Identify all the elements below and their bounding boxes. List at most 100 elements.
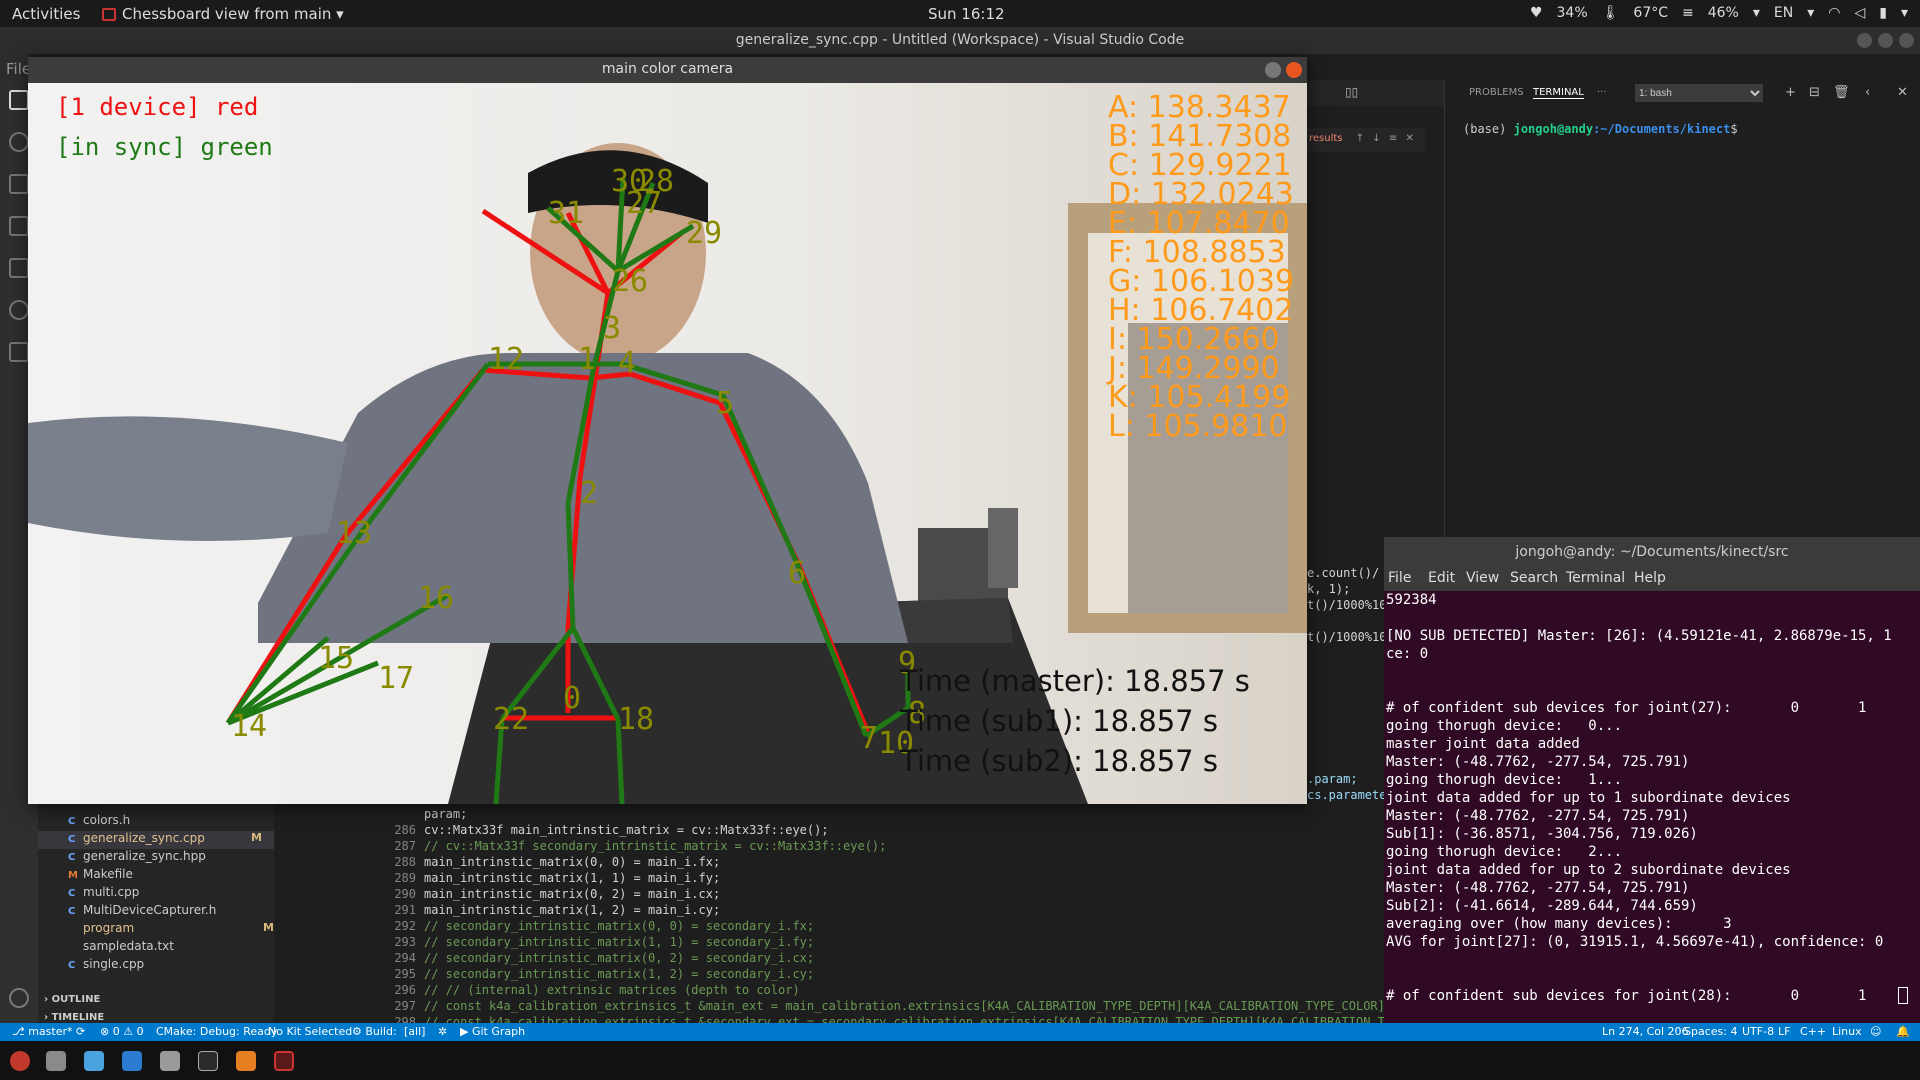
list-icon[interactable]: ≡ (1389, 133, 1397, 144)
disk-text: 46% (1707, 5, 1739, 21)
file-item[interactable]: program M (68, 921, 274, 939)
camera-window-titlebar[interactable]: main color camera (28, 57, 1307, 83)
code-line: 287// cv::Matx33f secondary_intrinstic_m… (394, 839, 887, 853)
debug-icon[interactable]: ✲ (438, 1025, 447, 1038)
minimize-button[interactable] (1265, 62, 1281, 78)
terminal-line: master joint data added (1386, 736, 1580, 752)
run-debug-icon[interactable] (9, 216, 29, 236)
vscode-icon[interactable] (122, 1051, 142, 1071)
code-line: 297// const k4a_calibration_extrinsics_t… (394, 999, 1393, 1013)
file-item[interactable]: Csingle.cpp (68, 957, 144, 975)
plus-icon[interactable]: + (1785, 85, 1796, 100)
file-item-active[interactable]: Cgeneralize_sync.cpp M (38, 831, 274, 849)
close-icon[interactable]: ✕ (1405, 133, 1413, 144)
more-icon[interactable]: ··· (1597, 87, 1607, 98)
app-menu[interactable]: Chessboard view from main ▾ (102, 5, 344, 23)
file-item[interactable]: C MultiDeviceCapturer.h (68, 903, 216, 921)
find-widget[interactable]: results ↑ ↓ ≡ ✕ (1307, 128, 1425, 152)
cursor-position[interactable]: Ln 274, Col 206 (1602, 1025, 1689, 1038)
language-mode[interactable]: C++ (1800, 1025, 1826, 1038)
source-control-icon[interactable] (9, 174, 29, 194)
split-terminal-icon[interactable]: ⊟ (1809, 85, 1820, 100)
terminal-line: going thorugh device: 0... (1386, 718, 1623, 734)
file-item[interactable]: Ccolors.h (68, 813, 130, 831)
panel-tabs: PROBLEMS TERMINAL ··· 1: bash + ⊟ 🗑 ‹ ✕ (1445, 80, 1920, 106)
camera-window[interactable]: main color camera 31 30 28 27 29 26 3 12… (28, 57, 1307, 804)
timeline-section[interactable]: › TIMELINE (44, 1012, 104, 1023)
file-item[interactable]: Cgeneralize_sync.hpp (68, 849, 206, 867)
close-button[interactable] (1286, 62, 1302, 78)
encoding[interactable]: UTF-8 (1742, 1025, 1774, 1038)
chessboard-app-icon[interactable] (274, 1051, 294, 1071)
close-button[interactable] (1899, 33, 1914, 48)
menu-view[interactable]: View (1466, 570, 1499, 586)
target-select[interactable]: [all] (404, 1025, 425, 1038)
build-button[interactable]: ⚙ Build: (352, 1025, 397, 1038)
terminal-select[interactable]: 1: bash (1635, 84, 1763, 102)
menu-search[interactable]: Search (1510, 570, 1558, 586)
search-icon[interactable] (9, 132, 29, 152)
menu-edit[interactable]: Edit (1428, 570, 1455, 586)
minimize-button[interactable] (1857, 33, 1872, 48)
file-item[interactable]: sampledata.txt (68, 939, 174, 957)
problems-status[interactable]: ⊗ 0 ⚠ 0 (100, 1025, 144, 1038)
code-line: 286 cv::Matx33f main_intrinstic_matrix = … (394, 823, 829, 837)
joint-label: 15 (318, 641, 354, 676)
gnome-terminal-window[interactable]: jongoh@andy: ~/Documents/kinect/src File… (1384, 537, 1920, 1041)
system-tray[interactable]: ♥ 34% 🌡 67°C ≡ 46% ▾ EN ▾ ◠ ◁ ▮ ▾ (1530, 5, 1908, 21)
menu-terminal[interactable]: Terminal (1566, 570, 1625, 586)
matlab-icon[interactable] (236, 1051, 256, 1071)
extensions-icon[interactable] (9, 258, 29, 278)
kit-status[interactable]: No Kit Selected (268, 1025, 352, 1038)
joint-label: 13 (336, 516, 372, 551)
tab-terminal[interactable]: TERMINAL (1533, 87, 1584, 99)
indentation[interactable]: Spaces: 4 (1684, 1025, 1737, 1038)
outline-section[interactable]: › OUTLINE (44, 994, 100, 1005)
joint-label: 29 (686, 216, 722, 251)
file-item[interactable]: M Makefile (68, 867, 133, 885)
menu-help[interactable]: Help (1634, 570, 1666, 586)
bell-icon[interactable]: 🔔 (1896, 1025, 1910, 1038)
branch-status[interactable]: ⎇ master* (12, 1025, 72, 1038)
split-editor-icon[interactable]: ▯▯ (1345, 85, 1358, 99)
tab-problems[interactable]: PROBLEMS (1469, 87, 1524, 98)
close-icon[interactable]: ✕ (1897, 85, 1908, 100)
terminal-icon[interactable] (198, 1051, 218, 1071)
code-line: 291 main_intrinstic_matrix(1, 2) = main_i… (394, 903, 721, 917)
code-line: 294// secondary_intrinstic_matrix(0, 2) … (394, 951, 815, 965)
activities-button[interactable]: Activities (12, 5, 80, 23)
trash-icon[interactable]: 🗑 (1833, 85, 1850, 100)
terminal-output[interactable]: 592384 [NO SUB DETECTED] Master: [26]: (… (1384, 591, 1920, 1041)
terminal-prompt[interactable]: (base) jongoh@andy:~/Documents/kinect$ (1463, 122, 1738, 136)
joint-label: 18 (618, 702, 654, 737)
maximize-button[interactable] (1878, 33, 1893, 48)
editor-toolbar: ▯▯ (1307, 80, 1444, 106)
bird-app-icon[interactable] (84, 1051, 104, 1071)
menu-file[interactable]: File (0, 54, 31, 80)
line-ending[interactable]: LF (1778, 1025, 1790, 1038)
arrow-down-icon[interactable]: ↓ (1372, 133, 1380, 144)
camera-app-icon[interactable] (160, 1051, 180, 1071)
terminal-line: 592384 (1386, 592, 1437, 608)
terminal-title[interactable]: jongoh@andy: ~/Documents/kinect/src (1384, 537, 1920, 567)
arrow-up-icon[interactable]: ↑ (1356, 133, 1364, 144)
terminal-line: going thorugh device: 2... (1386, 844, 1623, 860)
chevron-left-icon[interactable]: ‹ (1865, 85, 1870, 100)
gear-icon[interactable] (9, 988, 29, 1008)
app-launcher-icon[interactable] (10, 1051, 30, 1071)
platform[interactable]: Linux (1832, 1025, 1862, 1038)
cmake-icon[interactable] (9, 342, 29, 362)
git-graph-button[interactable]: ▶ Git Graph (460, 1025, 525, 1038)
explorer-icon[interactable] (9, 90, 29, 110)
terminal-line: Sub[2]: (-41.6614, -289.644, 744.659) (1386, 898, 1698, 914)
file-item[interactable]: Cmulti.cpp (68, 885, 139, 903)
files-icon[interactable] (46, 1051, 66, 1071)
menu-file[interactable]: File (1388, 570, 1411, 586)
feedback-icon[interactable]: ☺ (1870, 1025, 1881, 1038)
cmake-status[interactable]: CMake: Debug: Ready (156, 1025, 277, 1038)
remote-icon[interactable] (9, 300, 29, 320)
ubuntu-top-bar: Activities Chessboard view from main ▾ S… (0, 0, 1920, 27)
sync-icon[interactable]: ⟳ (76, 1025, 85, 1038)
code-line: 290 main_intrinstic_matrix(0, 2) = main_i… (394, 887, 721, 901)
clock[interactable]: Sun 16:12 (928, 5, 1005, 23)
